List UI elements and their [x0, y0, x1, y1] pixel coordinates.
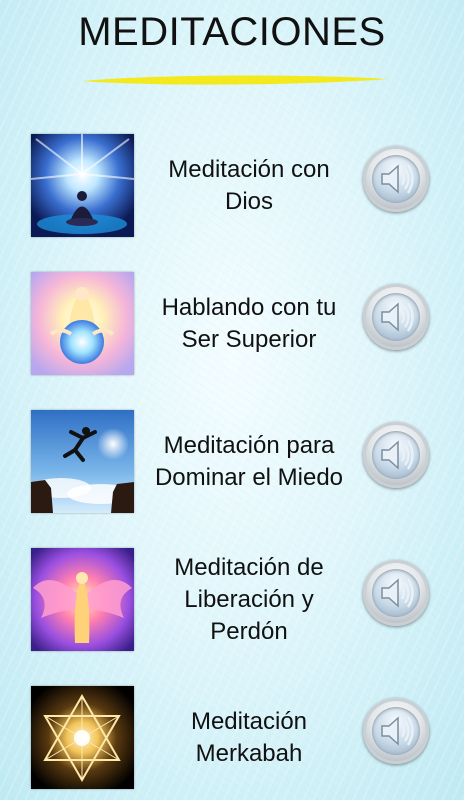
- meditation-title[interactable]: Hablando con tu Ser Superior: [140, 272, 358, 375]
- angel-wings-icon: [31, 548, 134, 651]
- merkabah-star-icon: [31, 686, 134, 789]
- jumping-man-cliff-icon: [31, 410, 134, 513]
- play-audio-button[interactable]: [363, 698, 429, 764]
- play-audio-button[interactable]: [363, 422, 429, 488]
- speaker-icon: [381, 164, 414, 194]
- meditation-title[interactable]: Meditación con Dios: [140, 134, 358, 237]
- meditation-title[interactable]: Meditación Merkabah: [140, 686, 358, 789]
- meditating-figure-light-icon: [31, 134, 134, 237]
- meditation-item[interactable]: Meditación para Dominar el Miedo: [0, 410, 464, 520]
- play-audio-button[interactable]: [363, 560, 429, 626]
- play-audio-button[interactable]: [363, 284, 429, 350]
- speaker-icon: [381, 440, 414, 470]
- play-audio-button[interactable]: [363, 146, 429, 212]
- meditation-item[interactable]: Meditación Merkabah: [0, 686, 464, 796]
- meditation-item[interactable]: Hablando con tu Ser Superior: [0, 272, 464, 382]
- header: MEDITACIONES: [0, 0, 464, 100]
- page-title: MEDITACIONES: [78, 10, 386, 54]
- speaker-icon: [381, 578, 414, 608]
- radiant-being-icon: [31, 272, 134, 375]
- title-underline: [82, 75, 388, 85]
- speaker-icon: [381, 716, 414, 746]
- speaker-icon: [381, 302, 414, 332]
- meditation-title[interactable]: Meditación de Liberación y Perdón: [140, 548, 358, 651]
- meditation-item[interactable]: Meditación con Dios: [0, 134, 464, 244]
- meditation-title[interactable]: Meditación para Dominar el Miedo: [140, 410, 358, 513]
- meditation-item[interactable]: Meditación de Liberación y Perdón: [0, 548, 464, 658]
